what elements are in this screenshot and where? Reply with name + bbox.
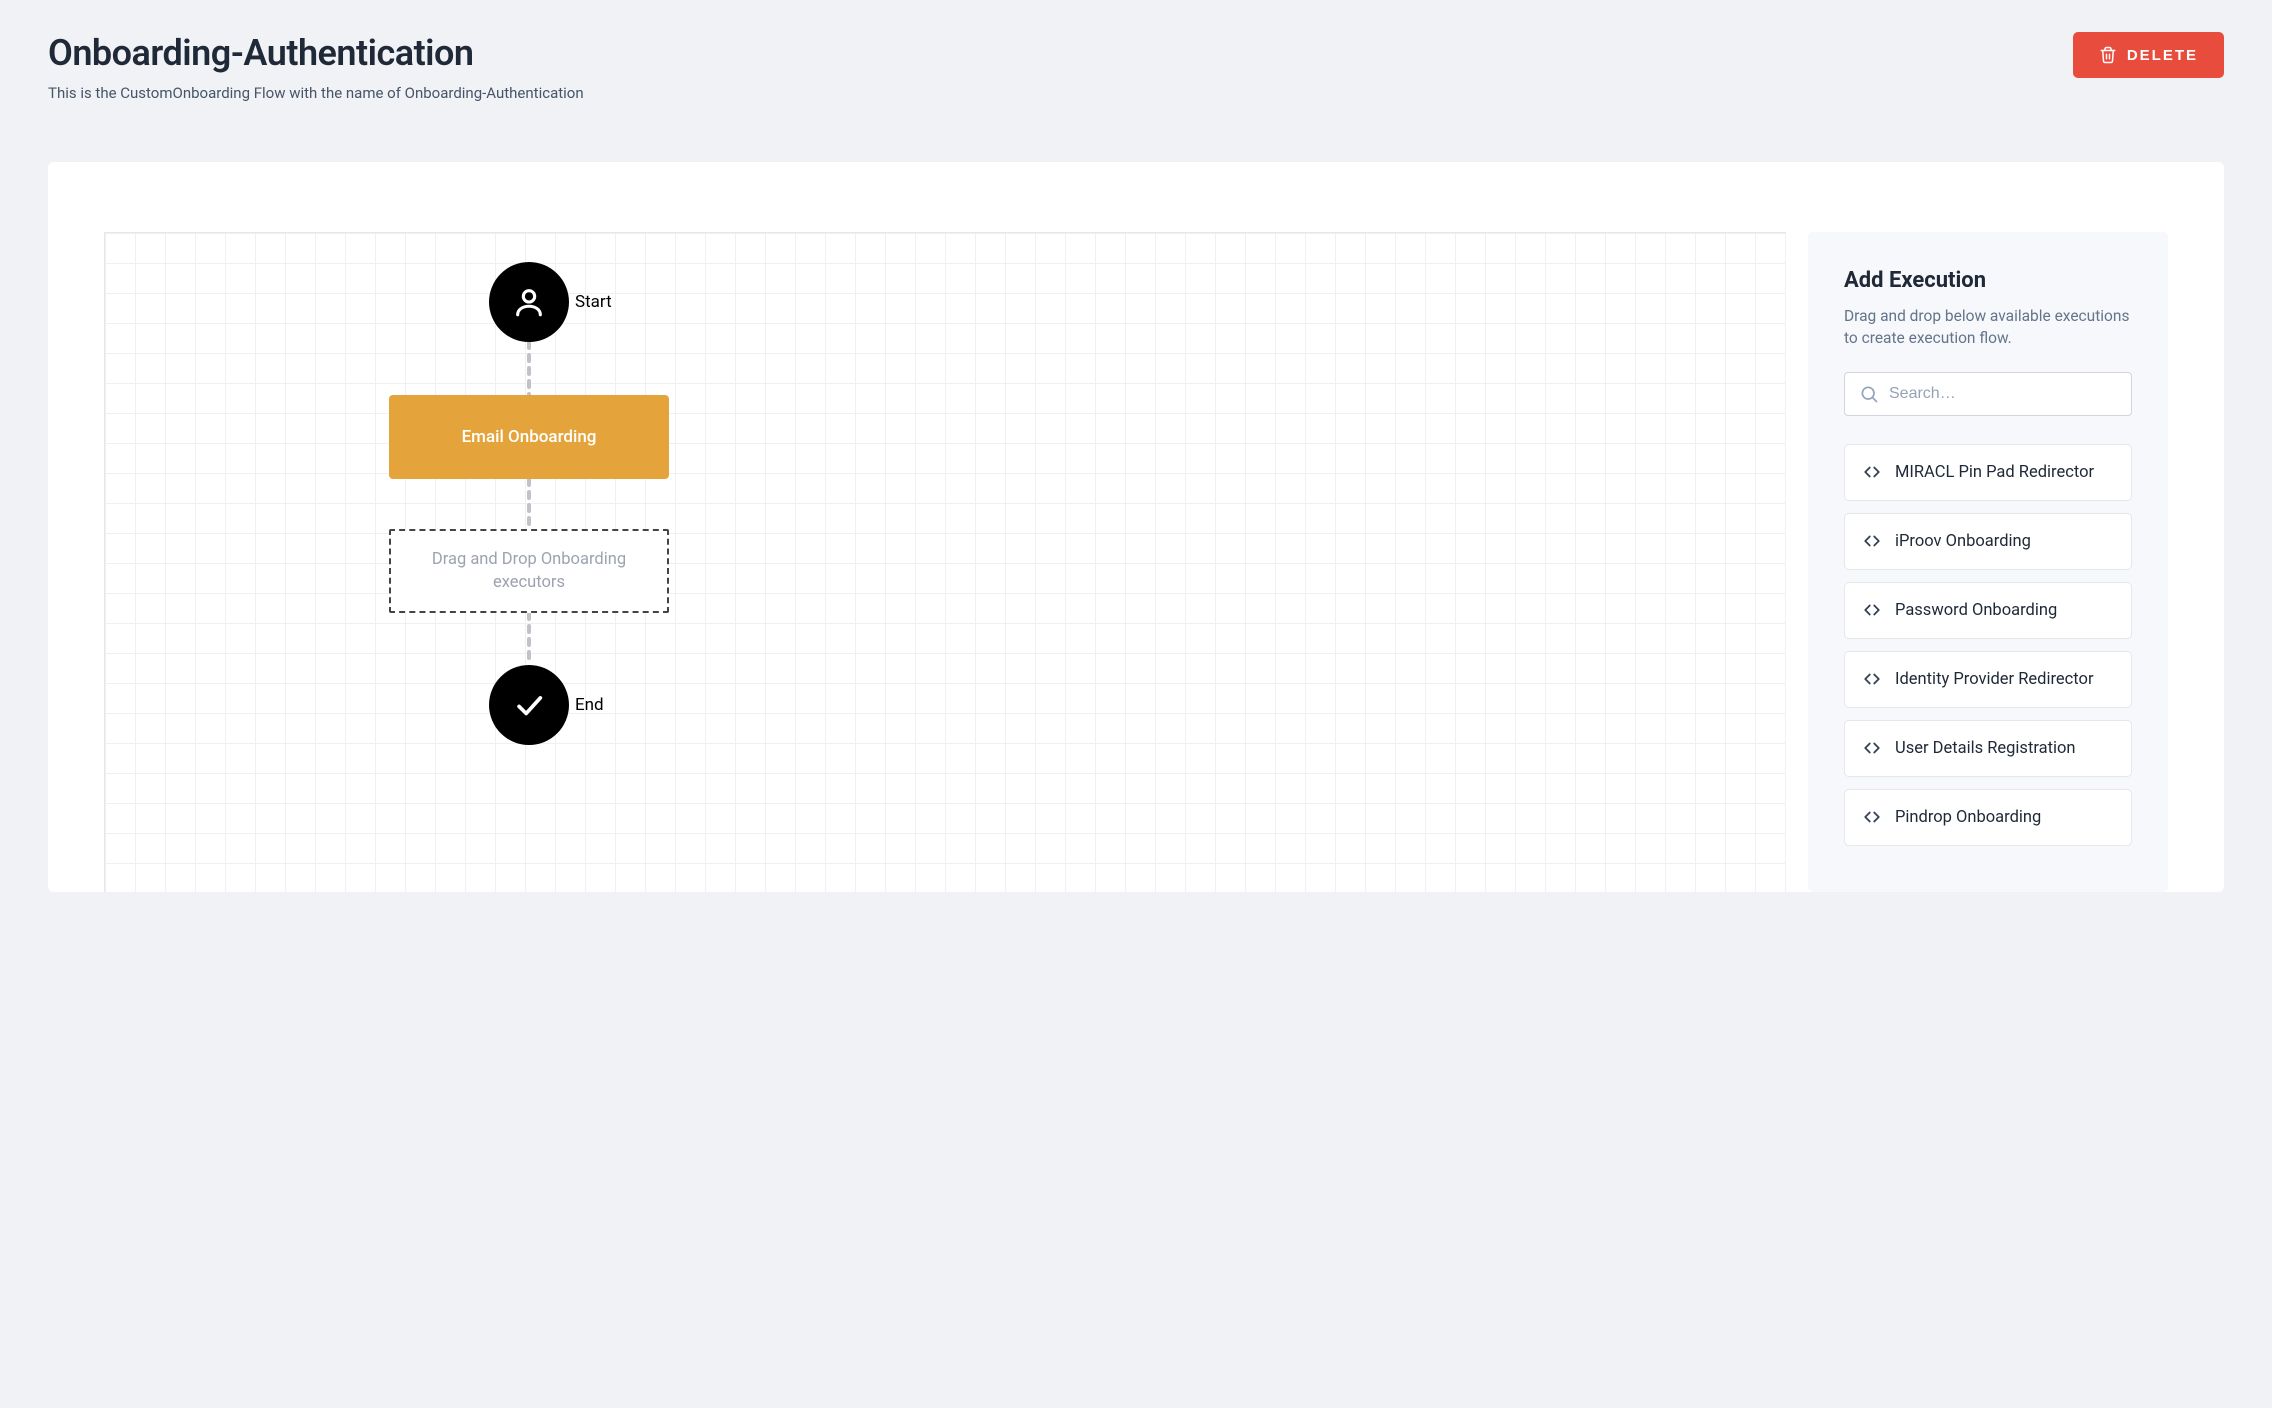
end-node[interactable]: End <box>489 665 569 745</box>
page-title: Onboarding-Authentication <box>48 32 584 74</box>
execution-item[interactable]: User Details Registration <box>1844 720 2132 777</box>
execution-item-label: Password Onboarding <box>1895 601 2057 620</box>
delete-button[interactable]: DELETE <box>2073 32 2224 78</box>
start-node-label: Start <box>575 292 612 312</box>
execution-item[interactable]: Password Onboarding <box>1844 582 2132 639</box>
execution-item-label: User Details Registration <box>1895 739 2076 758</box>
execution-item-label: Pindrop Onboarding <box>1895 808 2041 827</box>
panel-title: Add Execution <box>1844 268 2132 293</box>
end-node-label: End <box>575 695 604 715</box>
execution-node[interactable]: Email Onboarding <box>389 395 669 479</box>
drop-target[interactable]: Drag and Drop Onboarding executors <box>389 529 669 613</box>
execution-node-label: Email Onboarding <box>389 395 669 479</box>
connector-line <box>526 342 532 395</box>
execution-item[interactable]: MIRACL Pin Pad Redirector <box>1844 444 2132 501</box>
search-icon <box>1859 384 1879 404</box>
execution-item-label: MIRACL Pin Pad Redirector <box>1895 463 2094 482</box>
connector-line <box>526 479 532 529</box>
code-icon <box>1863 601 1881 619</box>
execution-item[interactable]: iProov Onboarding <box>1844 513 2132 570</box>
page-header: Onboarding-Authentication This is the Cu… <box>48 32 2224 102</box>
page-subtitle: This is the CustomOnboarding Flow with t… <box>48 84 584 102</box>
search-input[interactable] <box>1889 385 2117 403</box>
drop-target-label: Drag and Drop Onboarding executors <box>389 529 669 613</box>
execution-item-label: Identity Provider Redirector <box>1895 670 2094 689</box>
code-icon <box>1863 808 1881 826</box>
main-card: Start Email Onboarding Drag and Drop Onb… <box>48 162 2224 892</box>
flow-canvas[interactable]: Start Email Onboarding Drag and Drop Onb… <box>104 232 1786 892</box>
check-icon <box>512 688 546 722</box>
code-icon <box>1863 739 1881 757</box>
connector-line <box>526 613 532 665</box>
code-icon <box>1863 532 1881 550</box>
execution-item-label: iProov Onboarding <box>1895 532 2031 551</box>
code-icon <box>1863 670 1881 688</box>
execution-item[interactable]: Pindrop Onboarding <box>1844 789 2132 846</box>
start-node[interactable]: Start <box>489 262 569 342</box>
panel-description: Drag and drop below available executions… <box>1844 305 2132 350</box>
search-box[interactable] <box>1844 372 2132 416</box>
trash-icon <box>2099 46 2117 64</box>
add-execution-panel: Add Execution Drag and drop below availa… <box>1808 232 2168 892</box>
execution-item[interactable]: Identity Provider Redirector <box>1844 651 2132 708</box>
code-icon <box>1863 463 1881 481</box>
user-icon <box>512 285 546 319</box>
delete-button-label: DELETE <box>2127 47 2198 64</box>
